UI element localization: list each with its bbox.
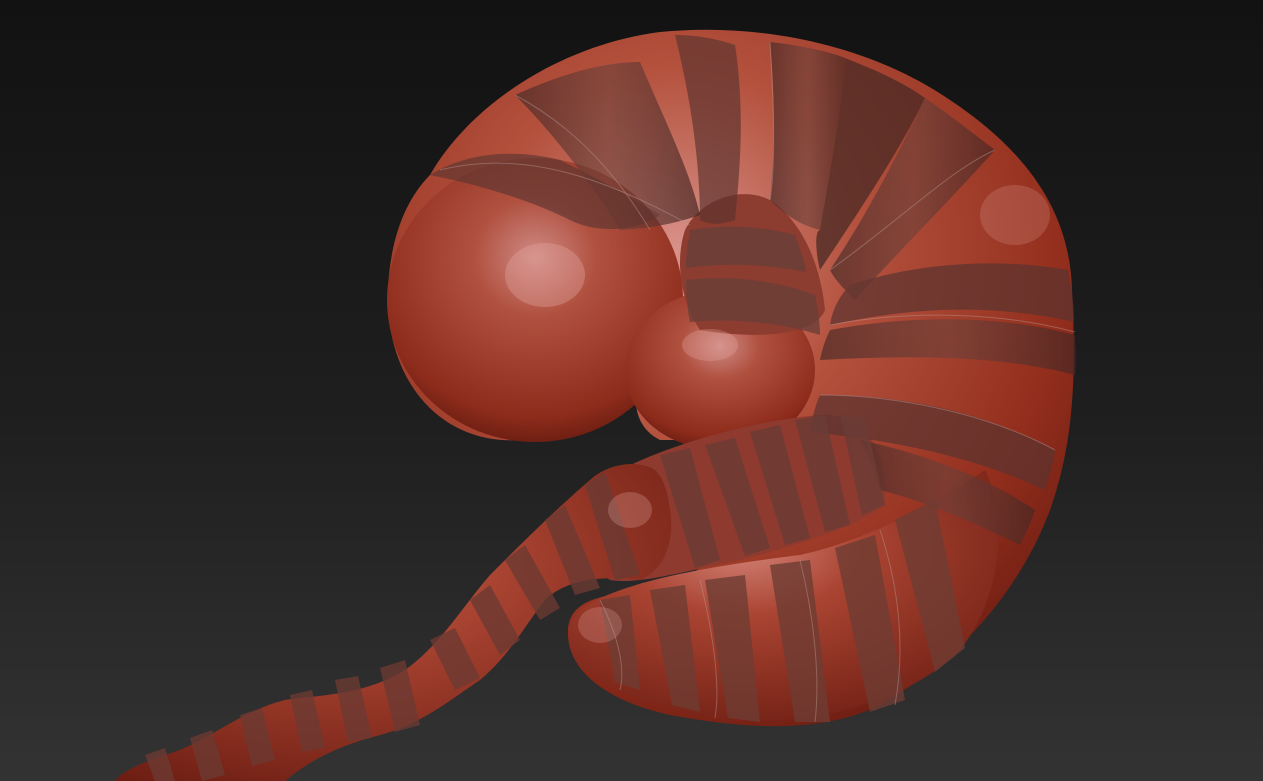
3d-viewport[interactable] [0, 0, 1263, 781]
viewport-canvas[interactable] [0, 0, 1263, 781]
